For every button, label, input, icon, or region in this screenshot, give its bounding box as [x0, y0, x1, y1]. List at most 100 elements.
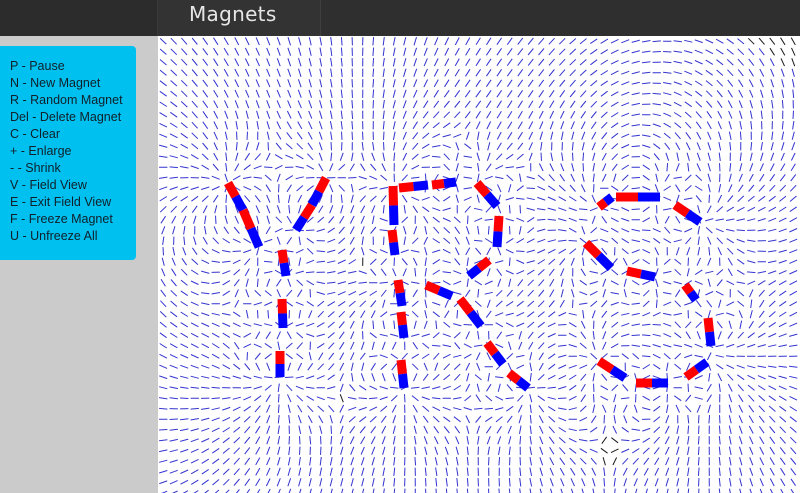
magnet-south-half[interactable] [279, 262, 291, 277]
magnet-south-half[interactable] [398, 373, 409, 389]
field-line [715, 228, 724, 233]
field-line [339, 362, 345, 371]
magnet-north-half[interactable] [476, 256, 492, 272]
field-line [392, 57, 396, 67]
magnet[interactable] [596, 193, 615, 211]
magnet[interactable] [292, 202, 316, 233]
magnet-north-half[interactable] [388, 185, 398, 206]
magnet-south-half[interactable] [595, 252, 615, 272]
magnet[interactable] [703, 317, 716, 347]
magnet-south-half[interactable] [483, 191, 501, 209]
magnet-south-half[interactable] [437, 286, 454, 301]
field-line [454, 37, 460, 46]
magnet[interactable] [626, 266, 656, 282]
magnet-south-half[interactable] [292, 215, 308, 233]
field-line [601, 300, 608, 308]
magnet[interactable] [424, 280, 454, 301]
magnet-north-half[interactable] [238, 208, 256, 231]
magnet-south-half[interactable] [395, 292, 407, 307]
field-line [463, 166, 472, 169]
magnet[interactable] [582, 239, 615, 272]
field-line [729, 488, 731, 493]
field-line [422, 342, 430, 349]
magnet-north-half[interactable] [703, 317, 714, 333]
magnet[interactable] [473, 180, 501, 209]
magnet[interactable] [308, 175, 330, 208]
magnet-south-half[interactable] [640, 269, 656, 282]
field-line [654, 467, 660, 476]
magnet-north-half[interactable] [626, 266, 642, 279]
magnet-north-half[interactable] [582, 239, 602, 259]
field-line [477, 131, 480, 140]
magnet-north-half[interactable] [456, 296, 475, 316]
magnet-north-half[interactable] [393, 279, 405, 294]
magnet[interactable] [393, 279, 407, 307]
magnet-south-half[interactable] [389, 205, 399, 226]
magnet[interactable] [238, 208, 264, 249]
magnet-north-half[interactable] [300, 202, 316, 220]
field-line [245, 278, 249, 287]
magnet-north-half[interactable] [277, 249, 289, 264]
magnet-canvas[interactable] [158, 36, 800, 493]
field-line [548, 58, 555, 66]
magnet-north-half[interactable] [277, 298, 287, 314]
field-line [485, 100, 492, 109]
magnet[interactable] [387, 229, 400, 256]
magnet-north-half[interactable] [224, 180, 240, 199]
magnet-north-half[interactable] [387, 229, 398, 244]
magnet-north-half[interactable] [596, 198, 609, 211]
magnet-north-half[interactable] [396, 311, 407, 326]
magnet-north-half[interactable] [506, 369, 522, 385]
magnet-north-half[interactable] [431, 179, 445, 190]
field-line [769, 426, 776, 434]
magnet[interactable] [506, 369, 531, 392]
magnet-north-half[interactable] [683, 365, 700, 381]
field-line [444, 436, 450, 445]
magnet-north-half[interactable] [424, 280, 441, 295]
magnet[interactable] [466, 256, 492, 280]
magnet-south-half[interactable] [602, 193, 615, 206]
magnet[interactable] [277, 249, 291, 277]
magnet-south-half[interactable] [515, 376, 531, 392]
magnet-south-half[interactable] [413, 180, 429, 191]
magnet-north-half[interactable] [483, 340, 499, 357]
field-line [570, 110, 576, 119]
magnet-south-half[interactable] [491, 350, 507, 367]
magnet[interactable] [277, 298, 288, 329]
magnet[interactable] [396, 311, 409, 339]
magnet-north-half[interactable] [672, 201, 691, 218]
magnet-north-half[interactable] [493, 215, 504, 232]
field-line [496, 79, 503, 87]
magnet-south-half[interactable] [466, 264, 482, 280]
field-line [393, 478, 396, 487]
magnet[interactable] [492, 215, 504, 248]
magnet[interactable] [398, 180, 429, 193]
magnet-south-half[interactable] [389, 241, 400, 256]
magnet[interactable] [396, 359, 409, 389]
magnet-south-half[interactable] [308, 189, 323, 208]
magnet[interactable] [431, 177, 457, 190]
magnet-south-half[interactable] [684, 209, 703, 226]
magnet-north-half[interactable] [315, 175, 330, 194]
magnet-south-half[interactable] [492, 231, 503, 248]
magnet-south-half[interactable] [693, 358, 710, 374]
magnet[interactable] [388, 185, 399, 226]
field-line [308, 58, 312, 67]
field-line [223, 226, 230, 234]
field-line [631, 71, 640, 75]
field-view-svg[interactable] [158, 36, 800, 493]
magnet[interactable] [681, 282, 700, 303]
magnet-south-half[interactable] [466, 309, 485, 329]
magnet-north-half[interactable] [396, 359, 407, 375]
field-line [276, 110, 281, 119]
magnet-south-half[interactable] [705, 331, 716, 347]
magnet-south-half[interactable] [398, 324, 409, 339]
field-line [265, 226, 271, 235]
magnet-north-half[interactable] [596, 357, 615, 374]
magnet-south-half[interactable] [686, 289, 700, 303]
magnet-north-half[interactable] [681, 282, 695, 296]
magnet-north-half[interactable] [473, 180, 491, 198]
magnet-south-half[interactable] [443, 177, 457, 188]
magnet-north-half[interactable] [398, 182, 414, 193]
magnet-south-half[interactable] [278, 313, 288, 329]
